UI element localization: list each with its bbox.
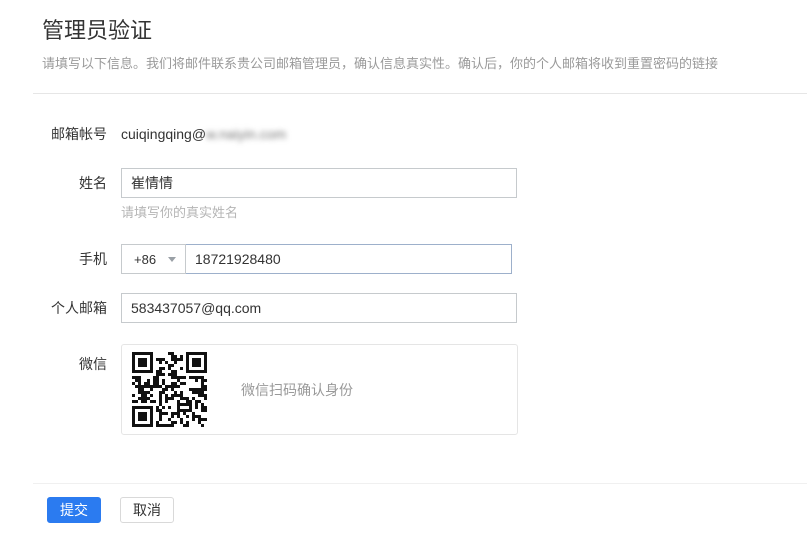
country-code-select[interactable]: +86 [121, 244, 186, 274]
wechat-row: 微信 微信扫码确认身份 [42, 344, 807, 435]
page-subtitle: 请填写以下信息。我们将邮件联系贵公司邮箱管理员，确认信息真实性。确认后，你的个人… [42, 55, 807, 73]
personal-email-label: 个人邮箱 [42, 298, 107, 318]
chevron-down-icon [168, 257, 176, 262]
page-title: 管理员验证 [42, 16, 807, 45]
email-account-label: 邮箱帐号 [42, 124, 107, 144]
header-divider [33, 93, 807, 94]
country-code-value: +86 [134, 252, 156, 267]
qr-code-icon [132, 352, 207, 427]
wechat-scan-text: 微信扫码确认身份 [241, 380, 353, 400]
name-input[interactable] [121, 168, 517, 198]
wechat-scan-box: 微信扫码确认身份 [121, 344, 518, 435]
footer-divider [33, 483, 807, 484]
personal-email-row: 个人邮箱 [42, 293, 807, 323]
actions-row: 提交 取消 [47, 497, 807, 523]
email-account-prefix: cuiqingqing@ [121, 126, 206, 142]
phone-label: 手机 [42, 249, 107, 269]
submit-button[interactable]: 提交 [47, 497, 101, 523]
cancel-button[interactable]: 取消 [120, 497, 174, 523]
name-hint: 请填写你的真实姓名 [121, 204, 807, 222]
personal-email-input[interactable] [121, 293, 517, 323]
name-label: 姓名 [42, 173, 107, 193]
email-account-redacted-domain: w.naiyin.com [206, 126, 286, 142]
phone-input[interactable] [185, 244, 512, 274]
wechat-label: 微信 [42, 344, 107, 374]
email-account-row: 邮箱帐号 cuiqingqing@w.naiyin.com [42, 124, 807, 144]
phone-row: 手机 +86 [42, 244, 807, 274]
email-account-value: cuiqingqing@w.naiyin.com [121, 126, 286, 142]
name-row: 姓名 [42, 168, 807, 198]
